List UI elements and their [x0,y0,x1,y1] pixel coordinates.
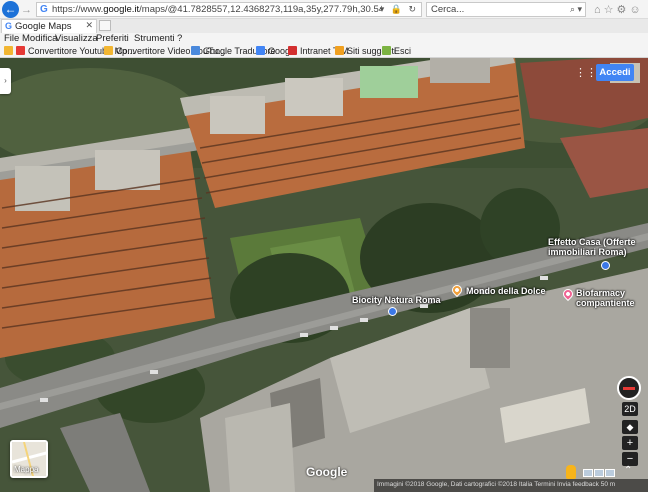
place-label-mondo-della-dolce[interactable]: Mondo della Dolce [466,286,546,296]
smiley-icon[interactable]: ☺ [629,4,643,16]
copyright-text: Immagini ©2018 Google, Dati cartografici… [377,481,616,488]
tab-strip: G Google Maps ✕ [0,19,648,33]
gear-icon[interactable]: ⚙ [617,4,630,16]
toolbar-icons[interactable]: ⌂☆⚙☺ [594,3,644,16]
menu-bar: File Modifica Visualizza Preferiti Strum… [0,33,648,45]
star-icon[interactable]: ☆ [604,4,617,16]
google-favicon-icon: G [40,4,48,15]
forward-arrow-icon[interactable]: → [21,4,33,16]
menu-preferiti[interactable]: Preferiti [96,33,129,44]
zoom-out-button[interactable]: − [622,452,638,466]
folder-icon [104,46,113,55]
search-icon[interactable]: ⌕ ▾ [570,4,582,15]
search-placeholder: Cerca... [431,4,465,15]
map-type-thumbnail[interactable]: Mappa [10,440,48,478]
fav-esci[interactable]: Esci [382,46,411,56]
toggle-2d-button[interactable]: 2D [622,402,638,416]
menu-help[interactable]: ? [177,33,182,44]
menu-visualizza[interactable]: Visualizza [55,33,98,44]
map-type-label: Mappa [14,465,39,474]
tab-title: Google Maps [15,21,72,32]
suggested-sites-icon [335,46,344,55]
menu-strumenti[interactable]: Strumenti [134,33,175,44]
imagery-tiles[interactable] [583,468,619,477]
expand-icon[interactable]: ⌃ [624,465,632,476]
signin-button[interactable]: Accedi [596,64,634,81]
google-logo: Google [306,465,348,479]
close-icon[interactable]: ✕ [85,20,93,31]
google-favicon-icon: G [5,21,13,31]
exit-icon [382,46,391,55]
tilt-icon[interactable]: ◆ [622,420,638,434]
browser-search-box[interactable]: Cerca... ⌕ ▾ [426,2,586,17]
place-pin-blue-icon[interactable] [601,261,610,270]
address-bar[interactable]: G https://www.google.it/maps/@41.7828557… [36,2,422,17]
url-text[interactable]: https://www.google.it/maps/@41.7828557,1… [52,4,382,15]
favorites-bar: Convertitore Youtube Mp... Convertitore … [0,45,648,58]
tim-icon [288,46,297,55]
back-arrow-icon[interactable]: ← [2,1,19,18]
home-icon[interactable]: ⌂ [594,4,604,16]
place-label-biocity[interactable]: Biocity Natura Roma [352,295,441,305]
google-icon [256,46,265,55]
place-label-biofarmacy[interactable]: Biofarmacy compantiente [576,288,635,308]
favorites-star-icon[interactable] [4,46,16,56]
compass-icon[interactable] [617,376,641,400]
menu-modifica[interactable]: Modifica [22,33,57,44]
apps-grid-icon[interactable]: ⋮⋮ [575,66,597,80]
youtube-icon [16,46,25,55]
place-label-effetto-casa[interactable]: Effetto Casa (Offerte immobiliari Roma) [548,237,636,257]
pegman-icon[interactable] [566,465,576,479]
translate-icon [191,46,200,55]
lock-refresh-icons[interactable]: ▾ 🔒 ↻ [380,4,418,15]
tab-google-maps[interactable]: G Google Maps ✕ [1,19,97,33]
new-tab-button[interactable] [99,20,111,31]
zoom-in-button[interactable]: + [622,436,638,450]
map-canvas[interactable]: › ⋮⋮ Accedi Effetto Casa (Offerte immobil… [0,58,648,492]
attribution-bar: Immagini ©2018 Google, Dati cartografici… [374,479,648,492]
browser-address-row: ← → G https://www.google.it/maps/@41.782… [0,0,648,19]
satellite-imagery [0,58,648,492]
place-pin-blue-icon[interactable] [388,307,397,316]
menu-file[interactable]: File [4,33,19,44]
side-panel-toggle[interactable]: › [0,68,11,94]
